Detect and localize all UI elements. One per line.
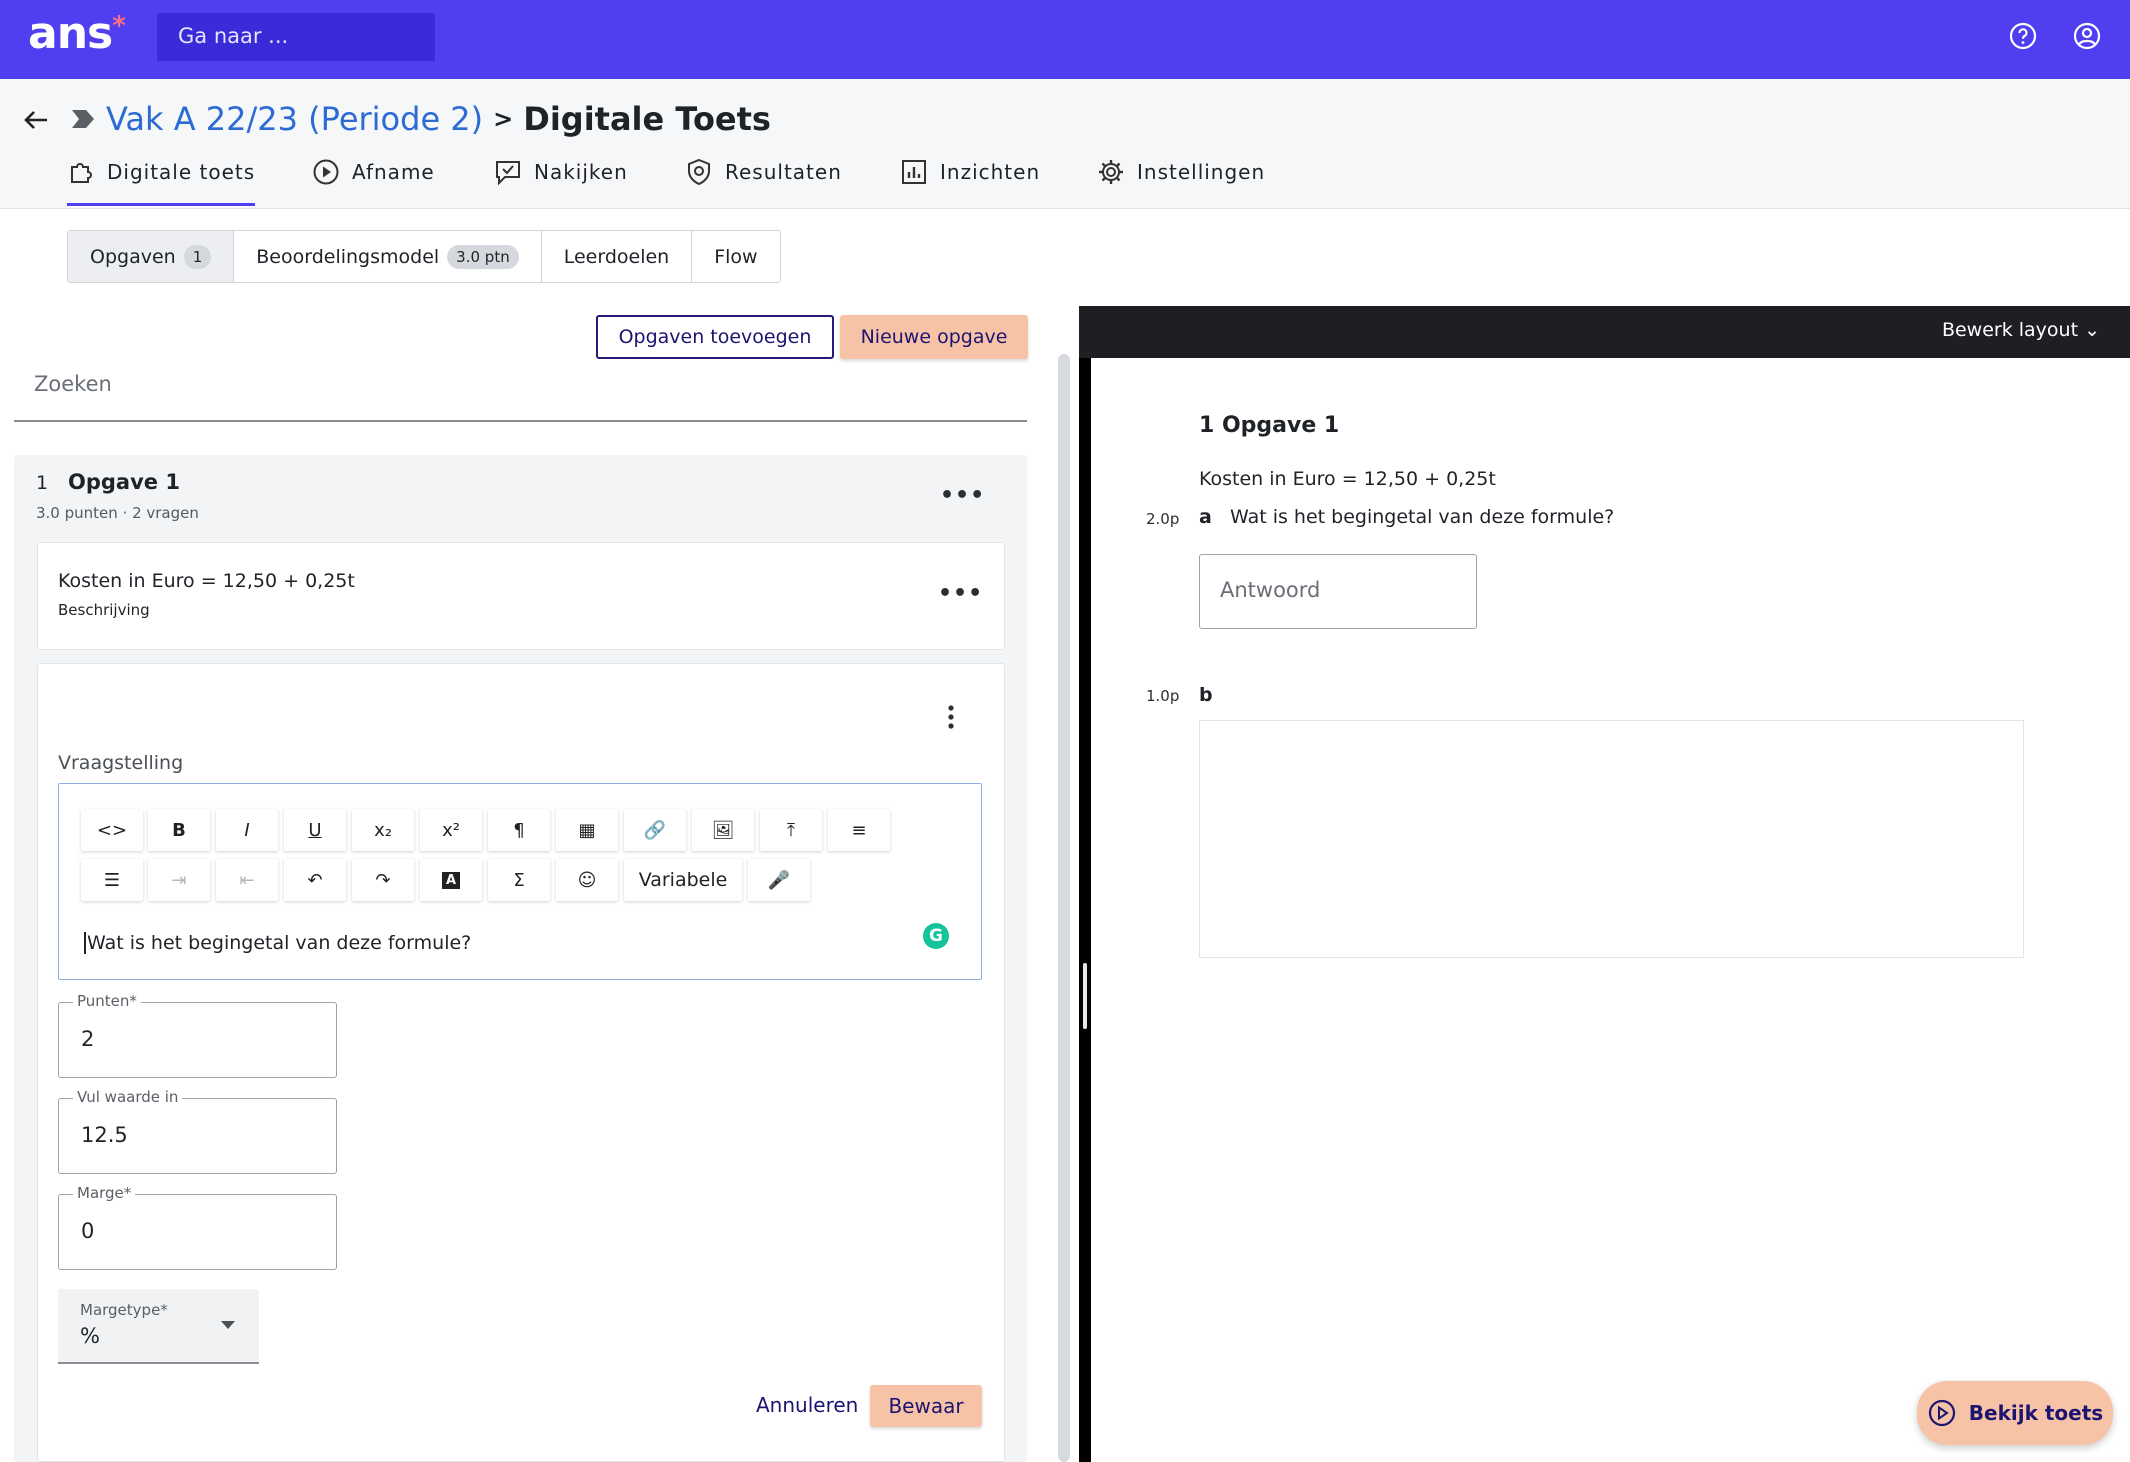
code-view-button[interactable]: <> [81,809,143,851]
view-test-button[interactable]: Bekijk toets [1917,1381,2113,1445]
image-icon[interactable]: 🖼 [692,809,754,851]
tab-instellingen[interactable]: Instellingen [1097,160,1265,206]
tab-nakijken[interactable]: Nakijken [494,160,628,206]
chevron-down-icon [221,1321,235,1329]
margin-field[interactable]: Marge* 0 [58,1184,337,1270]
points-badge: 3.0 ptn [447,244,519,269]
segment-leerdoelen[interactable]: Leerdoelen [542,231,693,282]
cancel-button[interactable]: Annuleren [756,1393,858,1417]
tag-icon [72,110,94,128]
puzzle-icon [71,163,92,183]
description-more-icon[interactable]: ••• [938,581,983,606]
opgave-number: 1 [36,472,49,494]
margin-type-value: % [80,1324,100,1348]
table-icon[interactable]: ▦ [556,809,618,851]
link-icon[interactable]: 🔗 [624,809,686,851]
count-badge: 1 [183,244,212,269]
segment-opgaven[interactable]: Opgaven 1 [68,231,235,282]
paragraph-button[interactable]: ¶ [488,809,550,851]
tab-afname[interactable]: Afname [312,159,435,206]
microphone-icon[interactable]: 🎤 [748,859,810,901]
shield-icon [688,158,710,186]
play-circle-icon [1928,1399,1955,1427]
grammarly-icon[interactable]: G [923,923,949,949]
segment-beoordelingsmodel[interactable]: Beoordelingsmodel 3.0 ptn [234,231,542,282]
formula-icon[interactable]: Σ [488,859,550,901]
top-bar: ans* Ga naar ... [0,0,2130,79]
preview-points-a: 2.0p [1146,510,1180,528]
save-button[interactable]: Bewaar [870,1385,982,1427]
underline-button[interactable]: U [284,809,346,851]
undo-icon[interactable]: ↶ [284,859,346,901]
breadcrumb-separator: > [493,105,514,133]
preview-letter-a: a [1199,506,1212,528]
preview-question-a: Wat is het begingetal van deze formule? [1230,506,1615,528]
page-title: Digitale Toets [523,100,771,138]
app-logo[interactable]: ans* [28,8,126,59]
margin-type-label: Margetype* [80,1301,168,1319]
bold-button[interactable]: B [148,809,210,851]
question-label: Vraagstelling [58,752,184,774]
segment-flow[interactable]: Flow [692,231,779,282]
outdent-icon[interactable]: ⇤ [216,859,278,901]
preview-points-b: 1.0p [1146,687,1180,705]
fill-value-field[interactable]: Vul waarde in 12.5 [58,1088,337,1174]
play-circle-icon [313,159,339,185]
upload-icon[interactable]: ⤒ [760,809,822,851]
ordered-list-icon[interactable]: ≡ [828,809,890,851]
fill-value-field-label: Vul waarde in [73,1088,183,1106]
description-text: Kosten in Euro = 12,50 + 0,25t [58,570,355,592]
bullet-list-icon[interactable]: ☰ [81,859,143,901]
points-field[interactable]: Punten* 2 [58,992,337,1078]
description-type-label: Beschrijving [58,601,150,619]
redo-icon[interactable]: ↷ [352,859,414,901]
resize-handle[interactable] [1083,963,1087,1029]
global-search-input[interactable]: Ga naar ... [157,13,435,61]
opgave-more-icon[interactable]: ••• [940,483,985,508]
margin-field-label: Marge* [73,1184,136,1202]
scrollbar-thumb[interactable] [1058,354,1070,1462]
margin-type-select[interactable]: Margetype* % [58,1289,259,1364]
tab-inzichten[interactable]: Inzichten [900,160,1040,206]
superscript-button[interactable]: x² [420,809,482,851]
italic-button[interactable]: I [216,809,278,851]
margin-field-value: 0 [81,1219,95,1243]
tab-digitale-toets[interactable]: Digitale toets [67,160,256,206]
kebab-menu-icon[interactable] [944,704,958,730]
back-arrow-icon[interactable] [22,106,50,134]
preview-title: 1 Opgave 1 [1199,413,1340,438]
new-opgave-button[interactable]: Nieuwe opgave [840,315,1028,359]
preview-description: Kosten in Euro = 12,50 + 0,25t [1199,468,1496,490]
preview-question-b-box[interactable] [1199,720,2024,958]
gear-icon [1099,160,1123,184]
help-icon[interactable] [2008,21,2038,51]
subscript-button[interactable]: x₂ [352,809,414,851]
emoji-icon[interactable]: ☺ [556,859,618,901]
fill-value-field-value: 12.5 [81,1123,128,1147]
edit-layout-button[interactable]: Bewerk layout ⌄ [1942,319,2100,341]
add-opgaven-button[interactable]: Opgaven toevoegen [596,315,834,359]
breadcrumb: Vak A 22/23 (Periode 2) > Digitale Toets [70,100,771,138]
comment-check-icon [496,161,520,186]
question-text[interactable]: Wat is het begingetal van deze formule? [84,932,471,954]
points-field-label: Punten* [73,992,141,1010]
preview-letter-b: b [1199,684,1213,706]
preview-divider [1079,358,1091,1462]
breadcrumb-parent-link[interactable]: Vak A 22/23 (Periode 2) [106,100,483,138]
preview-toolbar: Bewerk layout ⌄ [1079,306,2130,358]
indent-icon[interactable]: ⇥ [148,859,210,901]
text-color-icon[interactable]: A [420,859,482,901]
bar-chart-icon [902,160,926,184]
tab-resultaten[interactable]: Resultaten [685,158,842,206]
segment-control: Opgaven 1 Beoordelingsmodel 3.0 ptn Leerdo… [67,230,781,283]
account-icon[interactable] [2072,21,2102,51]
opgave-title[interactable]: Opgave 1 [68,470,180,494]
opgave-meta: 3.0 punten · 2 vragen [36,504,199,522]
variable-button[interactable]: Variabele [624,859,742,901]
description-card[interactable] [37,542,1005,650]
answer-input[interactable]: Antwoord [1199,554,1477,629]
points-field-value: 2 [81,1027,95,1051]
search-input[interactable]: Zoeken [14,360,1027,422]
